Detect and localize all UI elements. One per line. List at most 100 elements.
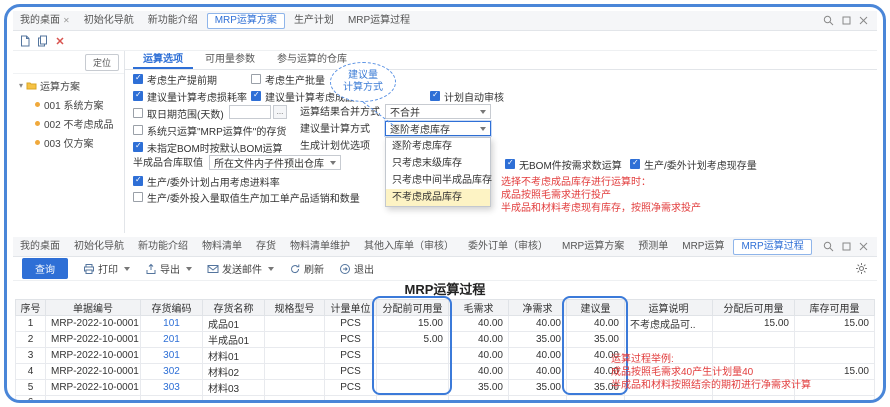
column-header[interactable]: 分配后可用量 <box>713 300 795 316</box>
tab-outsource-order[interactable]: 委外订单（审核） <box>461 237 555 256</box>
table-row[interactable]: 2MRP-2022-10-0001201半成品01PCS5.0040.0035.… <box>16 332 875 348</box>
tab-mrp-process[interactable]: MRP运算过程 <box>341 11 417 30</box>
cell[interactable]: 材料01 <box>203 348 265 364</box>
column-header[interactable]: 分配前可用量 <box>377 300 449 316</box>
tab-other-inbound[interactable]: 其他入库单（审核） <box>357 237 461 256</box>
checkbox-input-qty[interactable]: 生产/委外投入量取值生产加工单产品适销和数量 <box>133 190 360 204</box>
cell[interactable] <box>449 396 509 404</box>
cell[interactable] <box>203 396 265 404</box>
cell-item-code[interactable] <box>141 396 203 404</box>
column-header[interactable]: 存货名称 <box>203 300 265 316</box>
cell[interactable] <box>795 396 875 404</box>
cell[interactable]: 15.00 <box>795 316 875 332</box>
cell-item-code[interactable]: 303 <box>141 380 203 396</box>
checkbox-box[interactable] <box>133 91 143 101</box>
chevron-down-icon[interactable]: ▾ <box>19 81 23 90</box>
cell[interactable]: 15.00 <box>377 316 449 332</box>
cell[interactable]: 35.00 <box>509 332 567 348</box>
tab-my-desktop[interactable]: 我的桌面✕ <box>13 11 77 30</box>
tab-close-icon[interactable]: ✕ <box>63 17 70 25</box>
checkbox-default-bom[interactable]: 未指定BOM时按默认BOM运算 <box>133 140 283 154</box>
send-mail-button[interactable]: 发送邮件 <box>207 261 274 276</box>
tree-root[interactable]: ▾ 运算方案 <box>13 74 124 95</box>
column-header[interactable]: 计量单位 <box>325 300 377 316</box>
tree-item-003[interactable]: 003 仅方案 <box>13 133 124 152</box>
checkbox-incoming-rate[interactable]: 生产/委外计划占用考虑进料率 <box>133 174 280 188</box>
refresh-button[interactable]: 刷新 <box>289 261 324 276</box>
cell[interactable]: MRP-2022-10-0001 <box>46 380 141 396</box>
cell[interactable] <box>625 396 713 404</box>
cell-item-code[interactable]: 201 <box>141 332 203 348</box>
cell[interactable] <box>265 364 325 380</box>
cell[interactable] <box>265 316 325 332</box>
column-header[interactable]: 毛需求 <box>449 300 509 316</box>
delete-icon[interactable] <box>55 36 65 46</box>
cell[interactable]: 6 <box>16 396 46 404</box>
cell[interactable]: 材料03 <box>203 380 265 396</box>
cell[interactable]: 40.00 <box>449 364 509 380</box>
tab-available-params[interactable]: 可用量参数 <box>195 51 265 69</box>
column-header[interactable]: 库存可用量 <box>795 300 875 316</box>
dropdown-option[interactable]: 只考虑中间半成品库存 <box>386 172 490 189</box>
cell-item-code[interactable]: 301 <box>141 348 203 364</box>
table-row[interactable]: 1MRP-2022-10-0001101成品01PCS15.0040.0040.… <box>16 316 875 332</box>
cell[interactable]: 40.00 <box>567 316 625 332</box>
locate-button[interactable]: 定位 <box>85 54 119 71</box>
checkbox-lead-time[interactable]: 考虑生产提前期 <box>133 72 217 86</box>
cell[interactable]: MRP-2022-10-0001 <box>46 364 141 380</box>
tab-init-nav[interactable]: 初始化导航 <box>77 11 141 30</box>
cell[interactable]: 15.00 <box>713 316 795 332</box>
cell[interactable]: 40.00 <box>449 332 509 348</box>
cell[interactable]: PCS <box>325 348 377 364</box>
tab-init-nav[interactable]: 初始化导航 <box>67 237 131 256</box>
close-icon[interactable] <box>859 16 868 25</box>
checkbox-mrp-items-only[interactable]: 系统只运算"MRP运算件"的存货 <box>133 123 286 137</box>
cell[interactable]: 1 <box>16 316 46 332</box>
checkbox-box[interactable] <box>133 142 143 152</box>
cell[interactable]: 不考虑成品可.. <box>625 316 713 332</box>
column-header[interactable]: 净需求 <box>509 300 567 316</box>
cell[interactable] <box>46 396 141 404</box>
cell[interactable]: 35.00 <box>567 332 625 348</box>
column-header[interactable]: 存货编码 <box>141 300 203 316</box>
tab-production-plan[interactable]: 生产计划 <box>287 11 341 30</box>
dropdown-option[interactable]: 只考虑末级库存 <box>386 155 490 172</box>
cell[interactable] <box>795 332 875 348</box>
dropdown-option[interactable]: 逐阶考虑库存 <box>386 138 490 155</box>
tab-new-features[interactable]: 新功能介绍 <box>141 11 205 30</box>
tab-inventory[interactable]: 存货 <box>249 237 283 256</box>
column-header[interactable]: 建议量 <box>567 300 625 316</box>
tree-item-002[interactable]: 002 不考虑成品 <box>13 114 124 133</box>
checkbox-batch[interactable]: 考虑生产批量 <box>251 72 325 86</box>
cell[interactable] <box>265 332 325 348</box>
cell[interactable]: 3 <box>16 348 46 364</box>
column-header[interactable]: 运算说明 <box>625 300 713 316</box>
cell[interactable]: 35.00 <box>509 380 567 396</box>
query-button[interactable]: 查询 <box>22 258 68 279</box>
print-button[interactable]: 打印 <box>83 261 130 276</box>
cell[interactable]: 40.00 <box>449 348 509 364</box>
cell[interactable]: 40.00 <box>509 348 567 364</box>
dropdown-option-highlighted[interactable]: 不考虑成品库存 <box>386 189 490 206</box>
checkbox-loss-rate[interactable]: 建议量计算考虑损耗率 <box>133 89 247 103</box>
cell[interactable] <box>567 396 625 404</box>
cell[interactable] <box>377 380 449 396</box>
cell[interactable]: MRP-2022-10-0001 <box>46 332 141 348</box>
cell[interactable] <box>713 396 795 404</box>
cell[interactable]: 5 <box>16 380 46 396</box>
tab-calc-options[interactable]: 运算选项 <box>133 51 193 69</box>
cell[interactable]: 4 <box>16 364 46 380</box>
search-icon[interactable] <box>823 241 834 252</box>
close-icon[interactable] <box>859 242 868 251</box>
tab-mrp-scheme[interactable]: MRP运算方案 <box>555 237 631 256</box>
gear-icon[interactable] <box>855 262 868 275</box>
semi-warehouse-select[interactable]: 所在文件内子件预出仓库 <box>209 155 341 170</box>
cell[interactable]: 半成品01 <box>203 332 265 348</box>
tab-new-features[interactable]: 新功能介绍 <box>131 237 195 256</box>
checkbox-auto-audit[interactable]: 计划自动审核 <box>430 89 504 103</box>
cell[interactable] <box>377 364 449 380</box>
maximize-icon[interactable] <box>842 242 851 251</box>
cell[interactable]: 成品01 <box>203 316 265 332</box>
tab-bom-maintain[interactable]: 物料清单维护 <box>283 237 357 256</box>
checkbox-box[interactable] <box>251 91 261 101</box>
